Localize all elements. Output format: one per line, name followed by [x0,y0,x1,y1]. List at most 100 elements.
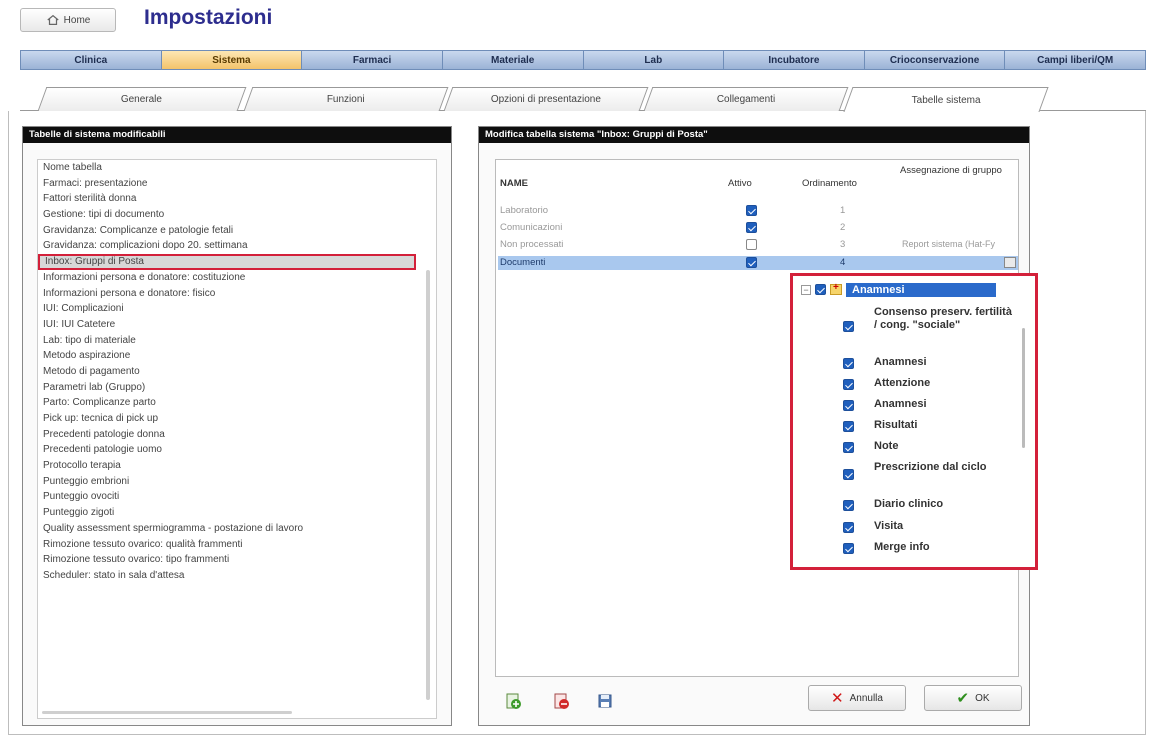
list-item[interactable]: Punteggio zigoti [38,505,436,521]
cancel-button[interactable]: ✕ Annulla [808,685,906,711]
cancel-icon: ✕ [831,690,844,707]
active-checkbox[interactable] [746,222,757,233]
subtab-tabelle-sistema[interactable]: Tabelle sistema [843,87,1049,112]
tree-root[interactable]: − Anamnesi [801,281,996,298]
item-checkbox[interactable] [843,421,854,432]
list-item-selected[interactable]: Inbox: Gruppi di Posta [38,254,416,270]
ok-button[interactable]: ✔ OK [924,685,1022,711]
tab-crioconservazione[interactable]: Crioconservazione [864,51,1006,69]
item-checkbox[interactable] [843,321,854,332]
col-header-group[interactable]: Assegnazione di gruppo [900,165,1010,176]
list-item[interactable]: Metodo aspirazione [38,348,436,364]
subtab-opzioni-presentazione[interactable]: Opzioni di presentazione [443,87,649,111]
list-item[interactable]: Lab: tipo di materiale [38,333,436,349]
tree-item[interactable]: Consenso preserv. fertilità / cong. "soc… [843,306,1014,332]
disk-icon [598,694,612,708]
table-row[interactable]: Laboratorio 1 [498,204,1018,218]
tree-item[interactable]: Merge info [843,541,1014,554]
list-item[interactable]: Parto: Complicanze parto [38,395,436,411]
tab-materiale[interactable]: Materiale [442,51,584,69]
table-row[interactable]: Comunicazioni 2 [498,221,1018,235]
table-row-selected[interactable]: Documenti 4 [498,256,1018,270]
tree-item-label: Anamnesi [874,398,927,410]
item-checkbox[interactable] [843,543,854,554]
subtab-opzioni-label: Opzioni di presentazione [490,94,601,105]
item-checkbox[interactable] [843,500,854,511]
item-checkbox[interactable] [843,358,854,369]
col-header-active[interactable]: Attivo [728,178,752,189]
tab-lab[interactable]: Lab [583,51,725,69]
system-tables-list[interactable]: Nome tabella Farmaci: presentazione Fatt… [37,159,437,719]
tree-item-label: Anamnesi [874,356,927,368]
tree-item[interactable]: Anamnesi [843,398,1014,411]
delete-row-button[interactable] [550,690,572,712]
subtab-tabelle-label: Tabelle sistema [911,94,981,106]
list-item[interactable]: Punteggio ovociti [38,489,436,505]
active-checkbox[interactable] [746,257,757,268]
add-row-button[interactable] [502,690,524,712]
tree-item[interactable]: Anamnesi [843,356,1014,369]
horizontal-scrollbar[interactable] [42,711,292,714]
list-item[interactable]: Gravidanza: Complicanze e patologie feta… [38,223,436,239]
list-item[interactable]: Gravidanza: complicazioni dopo 20. setti… [38,238,436,254]
subtab-funzioni-label: Funzioni [326,94,365,105]
list-item[interactable]: Fattori sterilità donna [38,191,436,207]
group-dropdown-button[interactable] [1004,257,1016,268]
tab-incubatore[interactable]: Incubatore [724,51,865,69]
active-checkbox[interactable] [746,239,757,250]
list-item[interactable]: Parametri lab (Gruppo) [38,380,436,396]
table-row[interactable]: Non processati 3 Report sistema (Hat-Fy [498,238,1018,252]
list-item[interactable]: Informazioni persona e donatore: fisico [38,286,436,302]
collapse-icon[interactable]: − [801,284,811,295]
list-item[interactable]: IUI: Complicazioni [38,301,436,317]
vertical-scrollbar[interactable] [426,270,430,700]
folder-icon [830,282,842,295]
list-item[interactable]: IUI: IUI Catetere [38,317,436,333]
col-header-order[interactable]: Ordinamento [802,178,857,189]
sub-tab-bar: Generale Funzioni Opzioni di presentazio… [20,87,1146,112]
list-item[interactable]: Punteggio embrioni [38,474,436,490]
subtab-generale-label: Generale [121,94,163,105]
row-group: Report sistema (Hat-Fy [902,239,996,249]
tree-item[interactable]: Visita [843,520,1014,533]
subtab-generale[interactable]: Generale [37,87,247,111]
list-header: Nome tabella [43,162,102,173]
dropdown-scrollbar[interactable] [1022,328,1025,448]
list-item[interactable]: Precedenti patologie uomo [38,442,436,458]
tree-item[interactable]: Attenzione [843,377,1014,390]
tab-campi-liberi[interactable]: Campi liberi/QM [1005,51,1145,69]
item-checkbox[interactable] [843,442,854,453]
list-item[interactable]: Rimozione tessuto ovarico: qualità framm… [38,537,436,553]
list-item[interactable]: Scheduler: stato in sala d'attesa [38,568,436,584]
list-item[interactable]: Quality assessment spermiogramma - posta… [38,521,436,537]
list-item[interactable]: Informazioni persona e donatore: costitu… [38,270,436,286]
item-checkbox[interactable] [843,469,854,480]
row-name: Documenti [500,257,546,268]
tree-item[interactable]: Prescrizione dal ciclo [843,461,1014,480]
tab-sistema[interactable]: Sistema [161,51,303,69]
list-item[interactable]: Farmaci: presentazione [38,176,436,192]
list-item[interactable]: Pick up: tecnica di pick up [38,411,436,427]
list-item[interactable]: Precedenti patologie donna [38,427,436,443]
item-checkbox[interactable] [843,522,854,533]
subtab-collegamenti[interactable]: Collegamenti [643,87,849,111]
home-button[interactable]: Home [20,8,116,32]
list-item[interactable]: Gestione: tipi di documento [38,207,436,223]
item-checkbox[interactable] [843,400,854,411]
root-checkbox[interactable] [815,284,826,295]
tree-item[interactable]: Note [843,440,1014,453]
item-checkbox[interactable] [843,379,854,390]
save-icon-button[interactable] [594,690,616,712]
list-item[interactable]: Metodo di pagamento [38,364,436,380]
list-item[interactable]: Rimozione tessuto ovarico: tipo framment… [38,552,436,568]
tab-clinica[interactable]: Clinica [21,51,162,69]
tree-item[interactable]: Diario clinico [843,498,1014,511]
tree-item-label: Merge info [874,541,930,553]
tree-item[interactable]: Risultati [843,419,1014,432]
list-item[interactable]: Protocollo terapia [38,458,436,474]
tab-farmaci[interactable]: Farmaci [302,51,443,69]
group-assignment-dropdown[interactable]: − Anamnesi Consenso preserv. fertilità /… [790,273,1038,570]
col-header-name[interactable]: NAME [500,178,528,189]
subtab-funzioni[interactable]: Funzioni [243,87,449,111]
active-checkbox[interactable] [746,205,757,216]
